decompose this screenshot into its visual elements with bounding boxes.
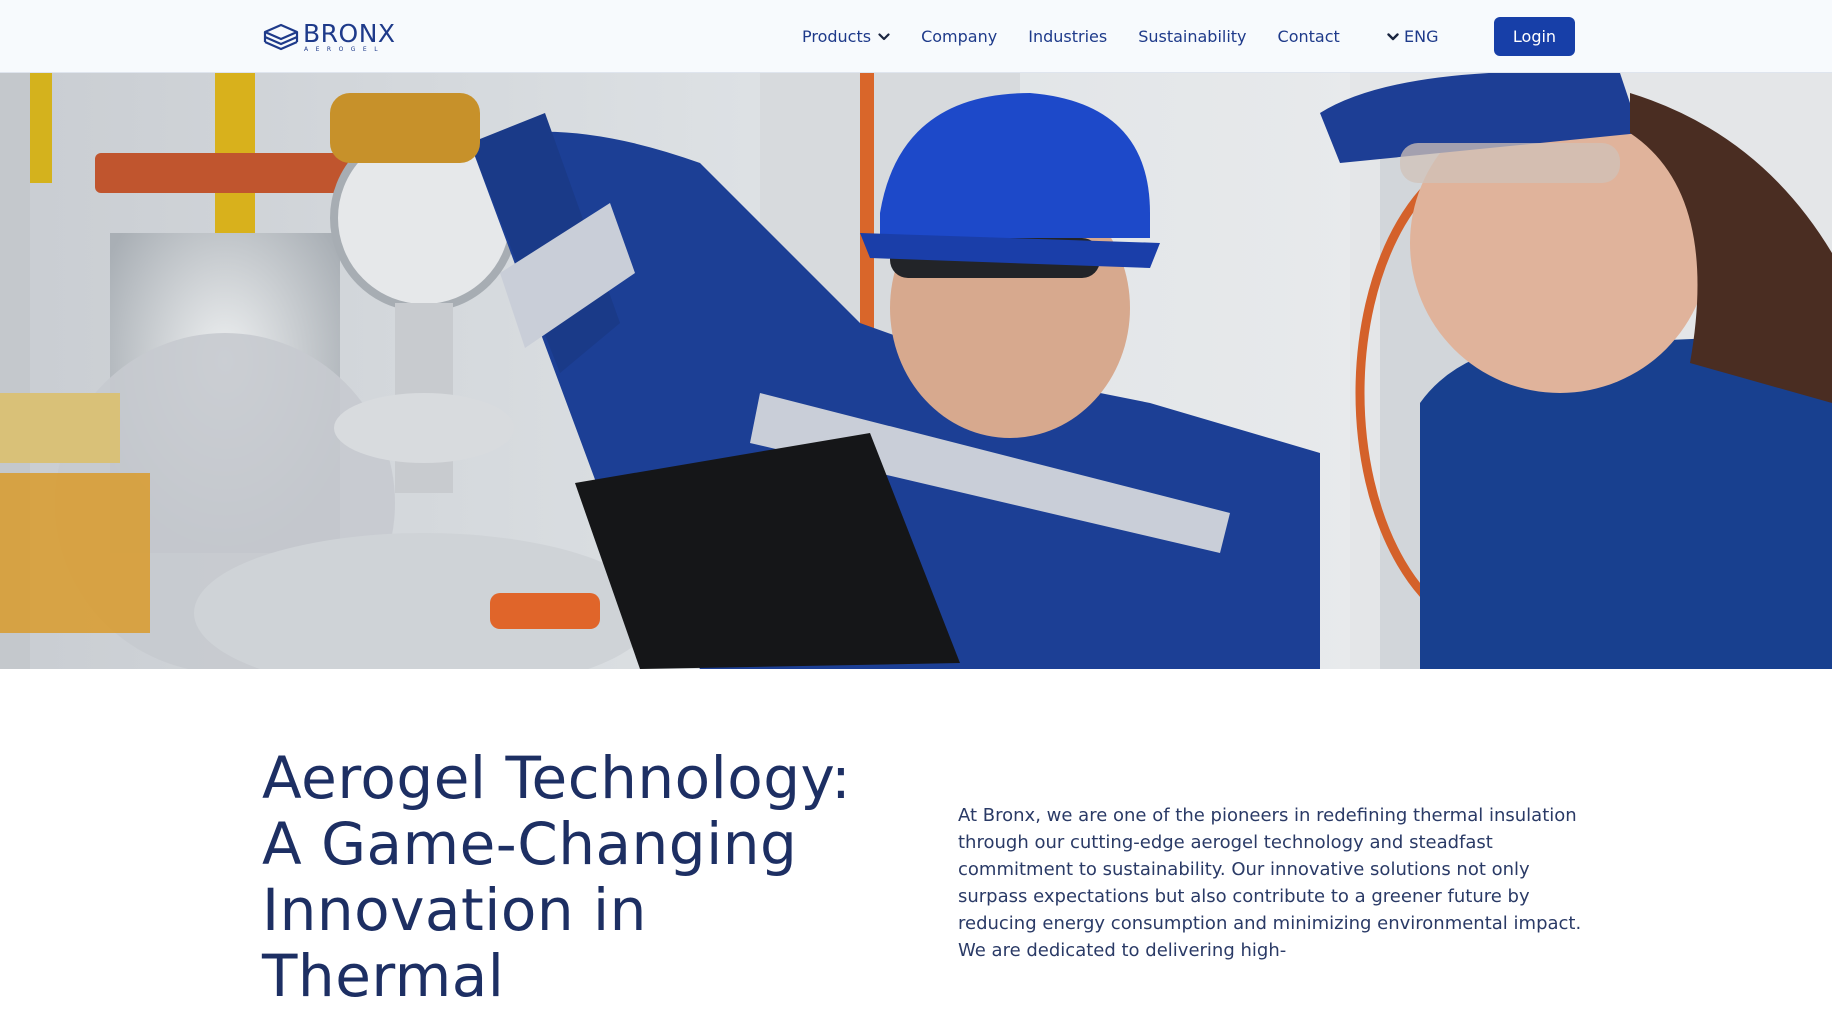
industrial-workers-photo bbox=[0, 73, 1832, 669]
nav-item-label: Industries bbox=[1028, 27, 1108, 46]
aerogel-layers-icon bbox=[263, 23, 299, 51]
chevron-down-icon bbox=[1387, 32, 1399, 40]
intro-paragraph: At Bronx, we are one of the pioneers in … bbox=[958, 805, 1582, 961]
brand-logo[interactable]: BRONX AEROGEL bbox=[262, 20, 396, 54]
brand-tagline: AEROGEL bbox=[304, 46, 386, 53]
chevron-down-icon bbox=[878, 32, 890, 40]
nav-item-label: Products bbox=[802, 27, 872, 46]
nav-item-products[interactable]: Products bbox=[802, 27, 890, 46]
nav-item-contact[interactable]: Contact bbox=[1278, 27, 1340, 46]
top-navigation-bar: BRONX AEROGEL Products Company Industrie… bbox=[0, 0, 1832, 73]
nav-item-label: Contact bbox=[1277, 27, 1340, 46]
brand-name: BRONX bbox=[303, 19, 396, 48]
headline-section: Aerogel Technology: A Game-Changing Inno… bbox=[262, 745, 902, 1009]
nav-item-sustainability[interactable]: Sustainability bbox=[1138, 27, 1246, 46]
nav-item-label: Company bbox=[921, 27, 998, 46]
intro-section: At Bronx, we are one of the pioneers in … bbox=[958, 802, 1588, 964]
language-selector[interactable]: ENG bbox=[1387, 0, 1438, 73]
nav-item-label: Sustainability bbox=[1138, 27, 1247, 46]
nav-item-company[interactable]: Company bbox=[921, 27, 997, 46]
page-headline: Aerogel Technology: A Game-Changing Inno… bbox=[262, 744, 852, 1010]
login-button[interactable]: Login bbox=[1494, 17, 1575, 56]
nav-item-industries[interactable]: Industries bbox=[1028, 27, 1107, 46]
language-label: ENG bbox=[1404, 27, 1439, 46]
main-nav: Products Company Industries Sustainabili… bbox=[802, 0, 1340, 73]
hero-image bbox=[0, 73, 1832, 669]
